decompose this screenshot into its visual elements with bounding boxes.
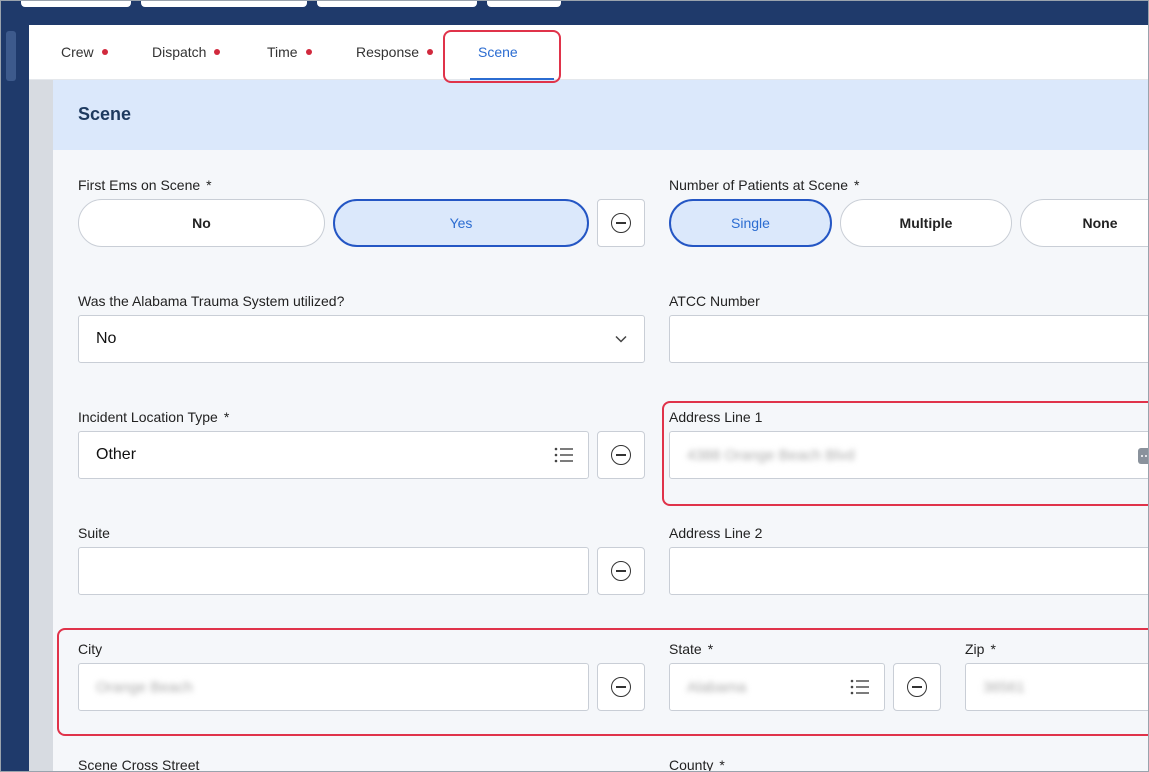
input-value-redacted: 36561 (983, 678, 1025, 696)
state-input[interactable]: Alabama (669, 663, 885, 711)
minus-circle-icon (611, 213, 631, 233)
minus-circle-icon (611, 561, 631, 581)
address-line2-label: Address Line 2 (669, 525, 763, 541)
tab-crew[interactable]: Crew (61, 44, 108, 60)
address-line1-label: Address Line 1 (669, 409, 763, 425)
list-icon[interactable] (554, 446, 574, 464)
minus-circle-icon (611, 445, 631, 465)
tab-dispatch[interactable]: Dispatch (152, 44, 221, 60)
required-marker: * (990, 641, 996, 657)
top-nav-pill[interactable] (21, 1, 131, 7)
incident-location-type-label: Incident Location Type * (78, 409, 229, 425)
tab-label: Scene (478, 44, 518, 60)
content-gutter (29, 80, 53, 771)
required-marker: * (719, 757, 725, 772)
left-side-rail (1, 25, 29, 771)
label-text: First Ems on Scene (78, 177, 201, 193)
state-clear-button[interactable] (893, 663, 941, 711)
input-value-redacted: 4388 Orange Beach Blvd (687, 446, 855, 464)
alert-dot-icon (427, 49, 434, 55)
alert-dot-icon (101, 49, 108, 55)
address-line2-input[interactable] (669, 547, 1148, 595)
first-ems-yes-button[interactable]: Yes (333, 199, 589, 247)
incident-location-type-input[interactable]: Other (78, 431, 589, 479)
num-patients-label: Number of Patients at Scene * (669, 177, 859, 193)
first-ems-clear-button[interactable] (597, 199, 645, 247)
state-label: State * (669, 641, 713, 657)
county-label: County * (669, 757, 725, 772)
top-navigation-bar (1, 1, 1148, 25)
trauma-system-select[interactable]: No (78, 315, 645, 363)
patients-single-button[interactable]: Single (669, 199, 832, 247)
panel-title: Scene (78, 104, 132, 124)
address-line1-input[interactable]: 4388 Orange Beach Blvd (669, 431, 1148, 479)
panel-header: Scene (53, 80, 1148, 150)
scene-panel: Scene First Ems on Scene * No Yes Number … (53, 80, 1148, 772)
rail-handle[interactable] (6, 31, 16, 81)
required-marker: * (223, 409, 230, 425)
label-text: Zip (965, 641, 985, 657)
patients-none-button[interactable]: None (1020, 199, 1148, 247)
input-value-redacted: Orange Beach (96, 678, 193, 696)
required-marker: * (707, 641, 714, 657)
label-text: County (669, 757, 714, 772)
top-nav-pill[interactable] (141, 1, 307, 7)
list-icon[interactable] (850, 678, 870, 696)
first-ems-no-button[interactable]: No (78, 199, 325, 247)
tab-label: Response (356, 44, 420, 60)
tab-label: Dispatch (152, 44, 207, 60)
tab-label: Time (267, 44, 298, 60)
patients-multiple-button[interactable]: Multiple (840, 199, 1012, 247)
city-clear-button[interactable] (597, 663, 645, 711)
label-text: Incident Location Type (78, 409, 218, 425)
trauma-system-label: Was the Alabama Trauma System utilized? (78, 293, 345, 309)
atcc-number-label: ATCC Number (669, 293, 760, 309)
zip-label: Zip * (965, 641, 996, 657)
tab-response[interactable]: Response (356, 44, 434, 60)
required-marker: * (206, 177, 212, 193)
chevron-down-icon (615, 335, 627, 343)
section-tabs: Crew Dispatch Time Response Scene (29, 25, 1148, 80)
top-nav-pill[interactable] (317, 1, 477, 7)
minus-circle-icon (611, 677, 631, 697)
alert-dot-icon (305, 49, 312, 55)
zip-input[interactable]: 36561 (965, 663, 1148, 711)
required-marker: * (854, 177, 860, 193)
first-ems-label: First Ems on Scene * (78, 177, 212, 193)
input-value-redacted: Alabama (687, 678, 747, 696)
suite-label: Suite (78, 525, 110, 541)
select-value: No (96, 330, 117, 347)
tab-label: Crew (61, 44, 94, 60)
input-value: Other (96, 446, 137, 463)
city-input[interactable]: Orange Beach (78, 663, 589, 711)
tab-scene[interactable]: Scene (478, 44, 518, 60)
tab-time[interactable]: Time (267, 44, 312, 60)
alert-dot-icon (214, 49, 221, 55)
app-window: Crew Dispatch Time Response Scene Scene … (0, 0, 1149, 772)
label-text: State (669, 641, 702, 657)
more-dots-icon[interactable] (1138, 448, 1148, 464)
suite-input[interactable] (78, 547, 589, 595)
top-nav-pill[interactable] (487, 1, 561, 7)
incident-location-clear-button[interactable] (597, 431, 645, 479)
city-label: City (78, 641, 103, 657)
minus-circle-icon (907, 677, 927, 697)
label-text: Number of Patients at Scene (669, 177, 848, 193)
scene-cross-street-label: Scene Cross Street (78, 757, 200, 772)
suite-clear-button[interactable] (597, 547, 645, 595)
atcc-number-input[interactable] (669, 315, 1148, 363)
